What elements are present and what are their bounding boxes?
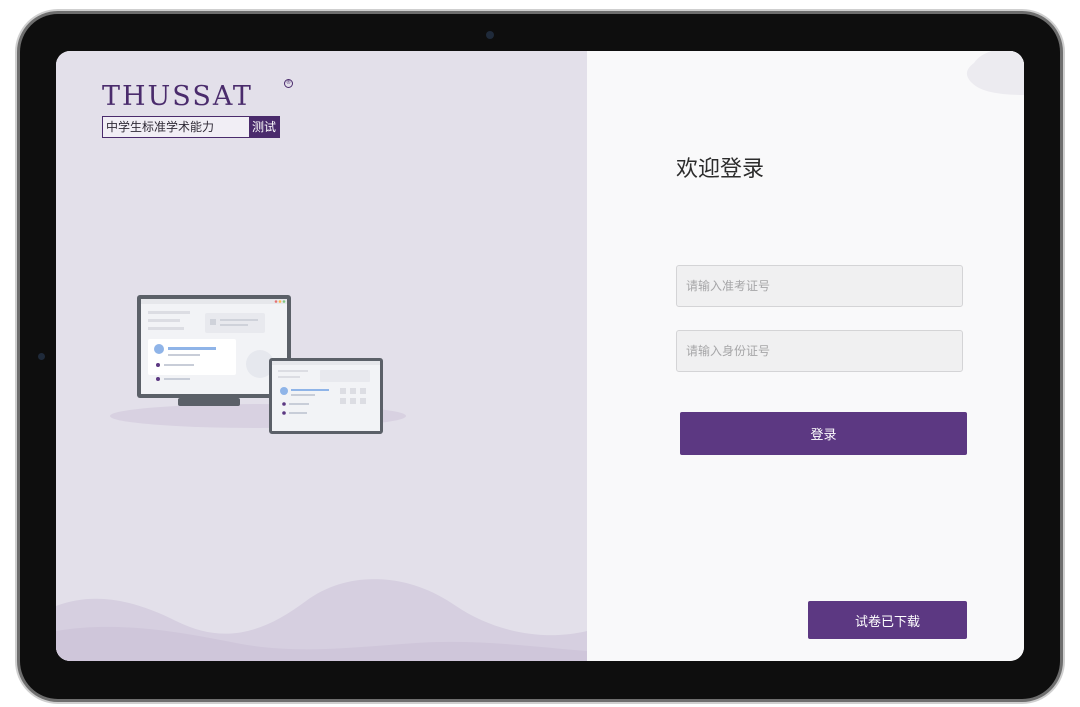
download-status-button[interactable]: 试卷已下载 xyxy=(808,601,967,639)
monitor-card-line-2 xyxy=(220,324,248,326)
tablet-grid-3 xyxy=(360,388,366,394)
login-panel: 欢迎登录 登录 试卷已下载 xyxy=(587,51,1024,661)
window-dot-yellow xyxy=(278,300,282,303)
tablet-grid-4 xyxy=(340,398,346,404)
logo-wordmark: THUSSAT xyxy=(102,81,253,112)
tablet-bullet-line-2 xyxy=(289,412,307,414)
tablet-card xyxy=(320,370,370,382)
monitor-bullet-line-1 xyxy=(164,364,194,366)
monitor-line-1 xyxy=(148,311,190,314)
monitor-grey-line xyxy=(168,354,200,356)
monitor-blue-line xyxy=(168,347,216,350)
logo-subtitle: 中学生标准学术能力 测试 xyxy=(102,116,280,138)
tablet-bullet-line-1 xyxy=(289,403,309,405)
exam-id-input[interactable] xyxy=(676,265,963,307)
decorative-blob xyxy=(967,51,1024,95)
decorative-hills xyxy=(56,579,587,661)
registered-mark: ® xyxy=(284,79,293,88)
tablet-line-2 xyxy=(278,376,300,378)
monitor-bullet-2 xyxy=(156,377,160,381)
monitor-bullet-1 xyxy=(156,363,160,367)
front-camera xyxy=(486,31,494,39)
tablet-frame: THUSSAT ® 中学生标准学术能力 测试 欢迎登录 请输入准考证号 请输入身… xyxy=(20,14,1060,699)
tablet-bullet-1 xyxy=(282,402,286,406)
window-dot-green xyxy=(282,300,286,303)
monitor-and-tablet-illustration xyxy=(110,276,410,440)
tablet-avatar xyxy=(280,387,288,395)
brand-panel: THUSSAT ® 中学生标准学术能力 测试 xyxy=(56,51,587,661)
monitor-avatar xyxy=(154,344,164,354)
side-sensor xyxy=(38,353,45,360)
page-title: 欢迎登录 xyxy=(676,157,765,182)
blob-shape xyxy=(967,51,1024,95)
monitor-card-line-1 xyxy=(220,319,258,321)
tablet-line-1 xyxy=(278,370,308,372)
tablet-grid-6 xyxy=(360,398,366,404)
login-button[interactable]: 登录 xyxy=(680,412,967,455)
monitor-line-2 xyxy=(148,319,180,322)
devices-svg xyxy=(110,295,406,434)
logo-subtitle-main: 中学生标准学术能力 xyxy=(103,117,249,137)
tablet-grid-1 xyxy=(340,388,346,394)
monitor-base xyxy=(178,398,240,406)
logo-subtitle-accent: 测试 xyxy=(248,117,279,137)
monitor-line-3 xyxy=(148,327,184,330)
monitor-profile-card xyxy=(148,339,236,375)
id-card-input[interactable] xyxy=(676,330,963,372)
window-dot-red xyxy=(274,300,278,303)
thussat-logo: THUSSAT ® 中学生标准学术能力 测试 xyxy=(102,79,293,138)
tablet-screen: THUSSAT ® 中学生标准学术能力 测试 欢迎登录 请输入准考证号 请输入身… xyxy=(56,51,1024,661)
tablet-grey-line xyxy=(291,394,315,396)
tablet-grid-5 xyxy=(350,398,356,404)
monitor-topbar xyxy=(141,299,287,304)
monitor-bullet-line-2 xyxy=(164,378,190,380)
tablet-bullet-2 xyxy=(282,411,286,415)
tablet-illustration-topbar xyxy=(272,361,380,365)
tablet-grid-2 xyxy=(350,388,356,394)
tablet-blue-line xyxy=(291,389,329,391)
monitor-card-icon xyxy=(210,319,216,325)
